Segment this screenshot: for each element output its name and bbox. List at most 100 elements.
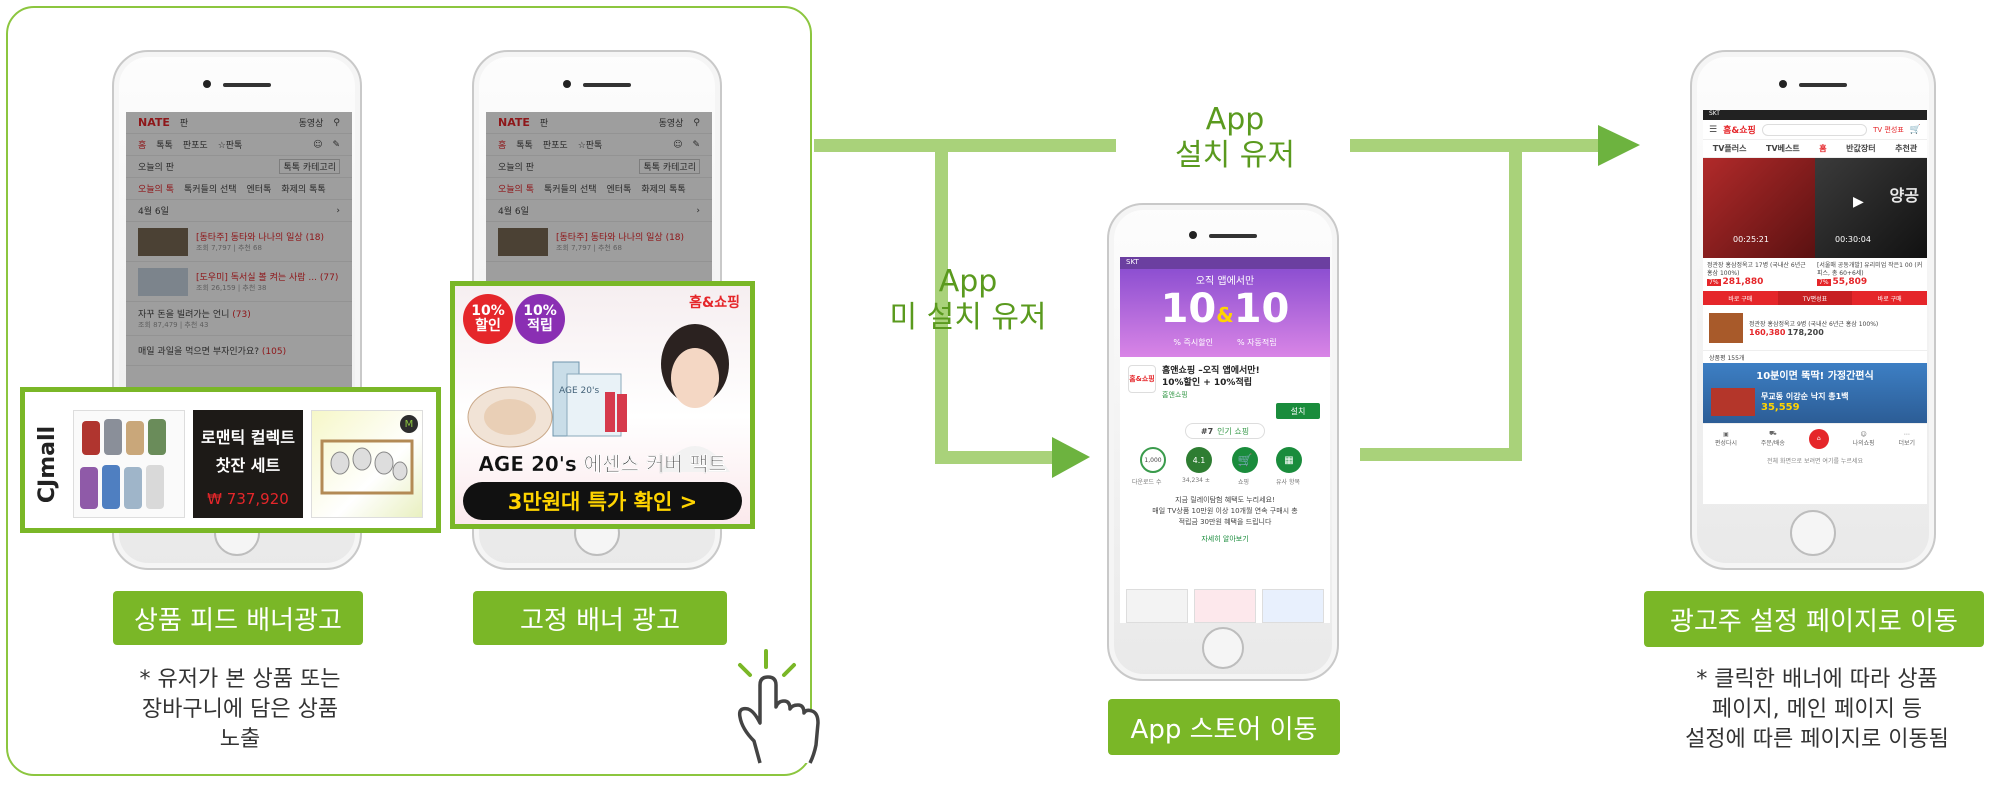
advertiser-note: * 클릭한 배너에 따라 상품 페이지, 메인 페이지 등 설정에 따른 페이지… (1650, 665, 1984, 755)
home-button[interactable] (1202, 627, 1244, 669)
cart-icon[interactable]: 🛒 (1910, 125, 1921, 135)
nav-label: 나의쇼핑 (1852, 439, 1875, 447)
feed-banner-label: 상품 피드 배너광고 (113, 591, 363, 645)
video-time: 00:30:04 (1835, 235, 1871, 244)
promo-big-right: 10 (1233, 286, 1290, 332)
promo-price: 35,559 (1761, 402, 1800, 413)
menu-icon[interactable]: ☰ (1709, 125, 1717, 135)
promo-thumb (1711, 388, 1755, 416)
rating-circle: 4.1 (1186, 447, 1212, 473)
store-promo-banner[interactable]: 오직 앱에서만 10&10 % 즉시할인 % 자동적립 (1120, 269, 1330, 357)
tv-schedule-button[interactable]: TV편성표 (1777, 291, 1853, 305)
arrow-store-up (1509, 145, 1522, 461)
nav-item[interactable]: ⛟ 주문/배송 (1761, 430, 1785, 447)
promo-sub-right: % 자동적립 (1237, 338, 1277, 347)
badge-percent: 10% (471, 303, 505, 319)
arrow-head-shop (1598, 125, 1640, 166)
buy-button[interactable]: 바로 구매 (1703, 291, 1778, 305)
search-input[interactable] (1761, 123, 1868, 136)
rank-label: 인기 쇼핑 (1217, 426, 1250, 436)
status-bar: SKT (1703, 110, 1927, 120)
product-price: 281,880 (1722, 277, 1764, 287)
shop-tab[interactable]: TV베스트 (1766, 143, 1800, 154)
cjmall-logo: CJmall (33, 410, 63, 518)
product-price: ₩ 737,920 (207, 490, 289, 508)
note-line: 노출 (219, 727, 261, 752)
tv-schedule-link[interactable]: TV 편성표 (1873, 125, 1904, 135)
screenshot-thumb[interactable] (1262, 589, 1324, 623)
product-thumb (1709, 312, 1743, 343)
label-line: 설치 유저 (1175, 138, 1295, 173)
homeshopping-logo: 홈&쇼핑 (689, 295, 740, 311)
note-line: * 유저가 본 상품 또는 (139, 667, 341, 692)
product-card[interactable]: 정관장 홍삼정옥고 17병 (국내산 6년근 홍삼 100%) 7% 281,8… (1707, 262, 1817, 287)
desc-line: 적립금 30만원 혜택을 드립니다 (1178, 518, 1272, 526)
tumblers-illustration (80, 419, 166, 509)
product-name: 정관장 홍삼정옥고 17병 (국내산 6년근 홍삼 100%) (1707, 262, 1806, 277)
discount-tag: 7% (1707, 279, 1721, 286)
stat-label: 쇼핑 (1238, 479, 1250, 486)
note-line: 장바구니에 담은 상품 (141, 697, 339, 722)
video-overlay-text: 양공 (1889, 186, 1919, 205)
promo-amp: & (1216, 303, 1234, 327)
phone-speaker (1209, 234, 1257, 238)
product-card[interactable]: [서울매 공동개발] 유리미업 작은1 00 (커피스, 총 60+6세) 7%… (1817, 262, 1923, 287)
app-icon: 홈&쇼핑 (1128, 365, 1156, 393)
phone-app-store: SKT 오직 앱에서만 10&10 % 즉시할인 % 자동적립 홈&쇼핑 홈앤쇼… (1107, 203, 1339, 681)
hand-click-icon (737, 649, 820, 764)
label-line: 미 설치 유저 (889, 300, 1047, 335)
product-row[interactable]: 정관장 홍삼정옥고 9병 (국내산 6년근 홍삼 100%) 160,380 1… (1703, 305, 1927, 351)
stat-label: 34,234 ± (1182, 477, 1210, 484)
video-tile[interactable]: 양공 00:30:04 ▶ (1815, 158, 1927, 258)
product-feed-banner[interactable]: CJmall 로맨틱 컬렉트 찻잔 세트 ₩ 737,920 M (20, 387, 441, 533)
app-store-screen: SKT 오직 앱에서만 10&10 % 즉시할인 % 자동적립 홈&쇼핑 홈앤쇼… (1120, 257, 1330, 623)
desc-line: 매일 TV상품 10만원 이상 10개월 연속 구매시 총 (1152, 507, 1298, 515)
fixed-banner-ad[interactable]: 10% 할인 10% 적립 홈&쇼핑 AGE 20's AGE 20's 에센스 커… (450, 281, 755, 529)
shop-tab[interactable]: 반값장터 (1846, 143, 1875, 154)
screenshot-thumb[interactable] (1126, 589, 1188, 623)
app-developer: 홈앤쇼핑 (1162, 391, 1188, 399)
buy-button[interactable]: 바로 구매 (1852, 291, 1927, 305)
advertiser-page-label: 광고주 설정 페이지로 이동 (1644, 591, 1984, 647)
promo-block[interactable]: 10분이면 뚝딱! 가정간편식 무교동 이강순 낙지 총1백 35,559 (1703, 363, 1927, 423)
store-description: 지금 릴레이탐험 혜택도 누리세요! 매일 TV상품 10만원 이상 10개월 … (1120, 495, 1330, 545)
play-icon[interactable]: ▶ (1853, 194, 1864, 210)
label-line: App (1205, 102, 1265, 137)
product-image-cups[interactable]: M (311, 410, 423, 518)
phone-camera (1189, 231, 1197, 239)
nav-item[interactable]: ▣ 편성다시 (1715, 431, 1737, 447)
video-tile[interactable]: 00:25:21 (1703, 158, 1815, 258)
product-name: [서울매 공동개발] 유리미업 작은1 00 (커피스, 총 60+6세) (1817, 262, 1923, 277)
nav-item[interactable]: ⋯ 더보기 (1899, 431, 1916, 447)
arrow-store-out (1360, 448, 1522, 461)
more-link[interactable]: 자세히 알아보기 (1126, 534, 1324, 545)
cjmall-logo-text: CJmall (35, 425, 61, 503)
shop-tab[interactable]: TV플러스 (1713, 143, 1747, 154)
shop-tab[interactable]: 홈 (1819, 143, 1826, 154)
promo-sub: % 즉시할인 % 자동적립 (1120, 337, 1330, 348)
product-label: AGE 20's (559, 386, 600, 396)
note-line: 설정에 따른 페이지로 이동됨 (1685, 727, 1949, 752)
product-image-teaset[interactable]: 로맨틱 컬렉트 찻잔 세트 ₩ 737,920 (193, 410, 303, 518)
product-text-line2: 찻잔 세트 (215, 456, 281, 475)
product-name: 정관장 홍삼정옥고 9병 (국내산 6년근 홍삼 100%) (1749, 320, 1879, 328)
nav-item[interactable]: ☺ 나의쇼핑 (1853, 431, 1875, 447)
rank-number: #7 (1200, 426, 1214, 436)
install-button[interactable]: 설치 (1276, 403, 1320, 419)
home-button[interactable] (1790, 510, 1836, 556)
screenshot-thumb[interactable] (1194, 589, 1256, 623)
store-stats: 1,000 4.1 🛒 ▦ 다운로드 수 34,234 ± 쇼핑 유사 항목 (1120, 445, 1330, 495)
shop-header: ☰ 홈&쇼핑 TV 편성표 🛒 (1703, 120, 1927, 140)
banner-headline: AGE 20's 에센스 커버 팩트 (478, 452, 727, 476)
banner-cta-button[interactable]: 3만원대 특가 확인 > (463, 482, 742, 520)
note-line: * 클릭한 배너에 따라 상품 (1696, 667, 1938, 692)
home-nav-icon[interactable]: ⌂ (1808, 428, 1829, 449)
product-image-tumblers[interactable] (73, 410, 185, 518)
footer-hint[interactable]: 전체 화면으로 보려면 여기를 누르세요 (1703, 453, 1927, 465)
phone-speaker (583, 83, 631, 87)
product-price: 160,380 (1749, 327, 1786, 337)
shop-tab[interactable]: 추천관 (1895, 143, 1917, 154)
product-text-line1: 로맨틱 컬렉트 (201, 428, 295, 447)
screenshot-strip (1126, 589, 1324, 623)
phone-shop-page: SKT ☰ 홈&쇼핑 TV 편성표 🛒 TV플러스 TV베스트 홈 반값장터 추… (1690, 50, 1936, 570)
